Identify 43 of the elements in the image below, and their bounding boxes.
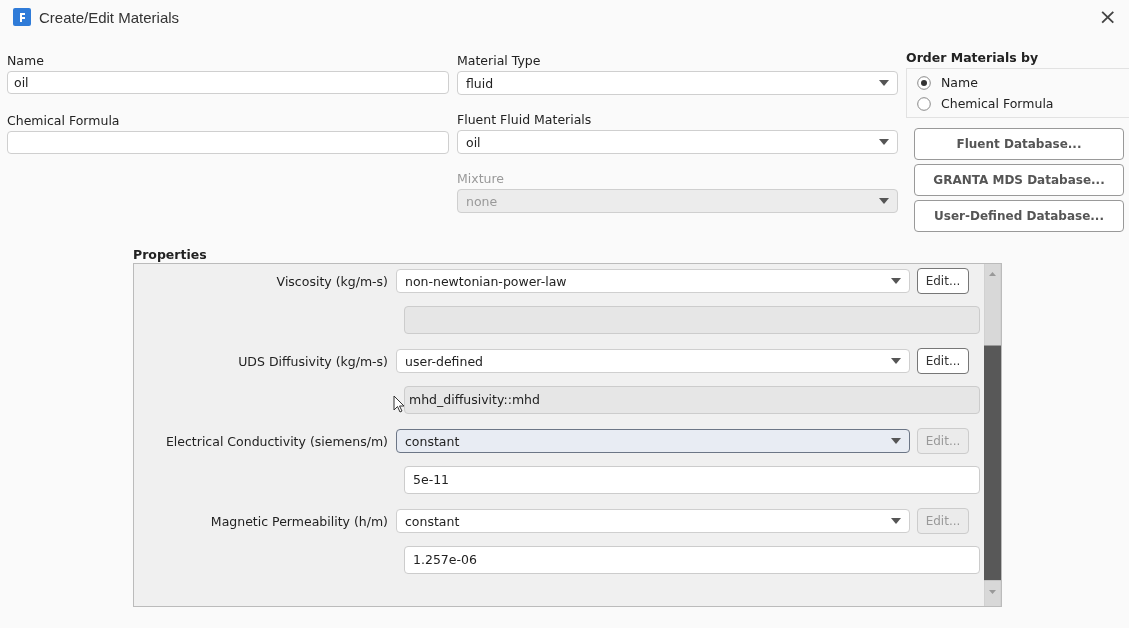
radio-label[interactable]: Name xyxy=(941,75,978,90)
dropdown[interactable]: oil xyxy=(457,130,898,154)
caret-icon xyxy=(879,198,889,204)
caret-icon xyxy=(891,358,901,364)
caret-icon xyxy=(891,518,901,524)
text-field[interactable]: oil xyxy=(7,71,449,94)
database-button[interactable]: GRANTA MDS Database... xyxy=(914,164,1124,196)
field-label: Fluent Fluid Materials xyxy=(457,111,593,129)
cursor-icon xyxy=(393,395,405,413)
property-label: UDS Diffusivity (kg/m-s) xyxy=(237,353,389,369)
close-button[interactable]: × xyxy=(1098,6,1117,28)
property-label: Viscosity (kg/m-s) xyxy=(275,273,389,289)
field-label: Name xyxy=(7,52,45,70)
dropdown[interactable]: non-newtonian-power-law xyxy=(396,269,910,293)
radio-label[interactable]: Chemical Formula xyxy=(941,96,1054,111)
edit-button[interactable]: Edit... xyxy=(917,348,969,374)
text-field[interactable] xyxy=(7,131,449,154)
readonly-field: mhd_diffusivity::mhd xyxy=(404,386,980,414)
dropdown[interactable]: constant xyxy=(396,509,910,533)
caret-icon xyxy=(891,278,901,284)
value-field[interactable]: 1.257e-06 xyxy=(404,546,980,574)
radio-button[interactable] xyxy=(917,96,931,111)
field-label: Material Type xyxy=(457,52,542,70)
section-title: Properties xyxy=(133,246,208,263)
value-field[interactable]: 5e-11 xyxy=(404,466,980,494)
field-label: Mixture xyxy=(457,170,506,188)
dropdown[interactable]: constant xyxy=(396,429,910,453)
dropdown[interactable]: user-defined xyxy=(396,349,910,373)
group-title: Order Materials by xyxy=(906,49,1040,67)
property-label: Magnetic Permeability (h/m) xyxy=(209,513,389,529)
radio-button[interactable] xyxy=(917,75,931,90)
property-label: Electrical Conductivity (siemens/m) xyxy=(164,433,389,449)
caret-icon xyxy=(879,139,889,145)
database-button[interactable]: User-Defined Database... xyxy=(914,200,1124,232)
window-title: Create/Edit Materials xyxy=(39,8,180,26)
app-icon xyxy=(13,8,31,26)
field-label: Chemical Formula xyxy=(7,112,121,130)
edit-button[interactable]: Edit... xyxy=(917,268,969,294)
scrollbar[interactable] xyxy=(984,264,1001,606)
database-button[interactable]: Fluent Database... xyxy=(914,128,1124,160)
dropdown[interactable]: fluid xyxy=(457,71,898,95)
caret-icon xyxy=(891,438,901,444)
caret-icon xyxy=(879,80,889,86)
